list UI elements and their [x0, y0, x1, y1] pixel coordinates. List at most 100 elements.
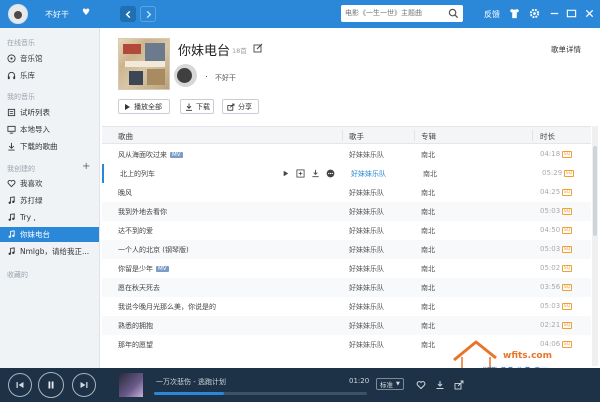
sidebar-item-downloads[interactable]: 下载的歌曲	[0, 139, 99, 154]
now-playing-album-art[interactable]	[119, 373, 143, 397]
table-row[interactable]: 我说今晚月光那么美，你说是的 好妹妹乐队 南北 05:03 SQ	[102, 297, 591, 316]
song-album[interactable]: 南北	[421, 321, 435, 331]
sidebar-item-library[interactable]: 乐库	[0, 68, 99, 83]
vip-heart-icon[interactable]: ♥	[82, 8, 90, 18]
table-row[interactable]: 我到外地去看你 好妹妹乐队 南北 05:03 SQ	[102, 202, 591, 221]
owner-name[interactable]: 不好干	[215, 73, 236, 83]
username[interactable]: 不好干	[45, 9, 69, 20]
song-album[interactable]: 南北	[421, 264, 435, 274]
search-input[interactable]	[345, 7, 445, 20]
owner-avatar[interactable]	[174, 64, 197, 87]
song-artist[interactable]: 好妹妹乐队	[349, 150, 384, 160]
sidebar-item-local-import[interactable]: 本地导入	[0, 122, 99, 137]
song-album[interactable]: 南北	[421, 283, 435, 293]
scrollbar-thumb[interactable]	[593, 146, 597, 236]
forward-button[interactable]	[140, 6, 156, 22]
more-icon[interactable]	[325, 168, 335, 178]
search-icon[interactable]	[448, 8, 459, 19]
add-playlist-icon[interactable]: +	[82, 161, 90, 172]
song-album[interactable]: 南北	[423, 169, 437, 179]
section-collected: 收藏的	[7, 271, 28, 279]
song-album[interactable]: 南北	[421, 207, 435, 217]
quality-selector[interactable]: 标准 ▼	[376, 378, 404, 390]
sidebar-item-playlist[interactable]: 苏打绿	[0, 193, 99, 208]
song-album[interactable]: 南北	[421, 245, 435, 255]
next-button[interactable]	[72, 373, 96, 397]
sidebar-item-trial-list[interactable]: 试听列表	[0, 105, 99, 120]
sq-badge: SQ	[562, 322, 572, 329]
download-icon[interactable]	[310, 168, 320, 178]
song-duration: 05:03	[540, 302, 561, 310]
song-title[interactable]: 我到外地去看你	[118, 207, 167, 217]
share-button[interactable]: 分享	[222, 99, 259, 114]
column-header-duration[interactable]: 时长	[540, 131, 555, 142]
previous-button[interactable]	[8, 373, 32, 397]
shirt-icon[interactable]	[509, 8, 520, 19]
song-artist[interactable]: 好妹妹乐队	[349, 321, 384, 331]
table-row[interactable]: 愿在秋天死去 好妹妹乐队 南北 03:56 SQ	[102, 278, 591, 297]
song-album[interactable]: 南北	[421, 340, 435, 350]
play-all-button[interactable]: 播放全部	[118, 99, 170, 114]
song-artist[interactable]: 好妹妹乐队	[349, 188, 384, 198]
column-header-artist[interactable]: 歌手	[349, 131, 364, 142]
gear-icon[interactable]	[529, 8, 540, 19]
song-album[interactable]: 南北	[421, 150, 435, 160]
play-icon[interactable]	[280, 168, 290, 178]
mv-badge[interactable]: MV	[170, 152, 183, 158]
song-artist[interactable]: 好妹妹乐队	[349, 264, 384, 274]
now-playing-title[interactable]: 一万次悲伤 - 逃跑计划	[156, 377, 226, 387]
table-row[interactable]: 达不到的爱 好妹妹乐队 南北 04:50 SQ	[102, 221, 591, 240]
feedback-link[interactable]: 反馈	[484, 9, 500, 20]
mini-mode-icon[interactable]	[566, 8, 577, 19]
song-title[interactable]: 一个人的北京 (钢琴版)	[118, 245, 189, 255]
table-row[interactable]: 晚风 好妹妹乐队 南北 04:25 SQ	[102, 183, 591, 202]
song-title[interactable]: 达不到的爱	[118, 226, 153, 236]
download-icon[interactable]	[435, 380, 445, 390]
song-album[interactable]: 南北	[421, 188, 435, 198]
back-button[interactable]	[120, 6, 136, 22]
edit-icon[interactable]	[253, 43, 263, 53]
song-title[interactable]: 我说今晚月光那么美，你说是的	[118, 302, 216, 312]
song-title[interactable]: 熟悉的拥抱	[118, 321, 153, 331]
table-row-hovered[interactable]: 北上的列车 好妹妹乐队 南北 05:29 SQ	[102, 164, 591, 183]
sidebar-item-favorites[interactable]: 我喜欢	[0, 176, 99, 191]
table-row[interactable]: 风从海面吹过来 MV 好妹妹乐队 南北 04:18 SQ	[102, 145, 591, 164]
column-header-album[interactable]: 专辑	[421, 131, 436, 142]
column-header-song[interactable]: 歌曲	[118, 131, 133, 142]
song-title[interactable]: 你留是少年 MV	[118, 264, 169, 274]
song-duration: 03:56	[540, 283, 561, 291]
download-button[interactable]: 下载	[180, 99, 214, 114]
song-title[interactable]: 风从海面吹过来 MV	[118, 150, 183, 160]
song-album[interactable]: 南北	[421, 302, 435, 312]
sidebar-item-playlist[interactable]: Nmlgb，请给我正...	[0, 244, 99, 259]
song-title[interactable]: 北上的列车	[120, 169, 155, 179]
user-avatar[interactable]	[8, 4, 28, 24]
song-artist[interactable]: 好妹妹乐队	[349, 283, 384, 293]
progress-bar[interactable]	[154, 392, 367, 395]
song-artist[interactable]: 好妹妹乐队	[349, 340, 384, 350]
sidebar-item-label: 苏打绿	[20, 196, 43, 205]
song-title[interactable]: 晚风	[118, 188, 132, 198]
sidebar-item-music-hall[interactable]: 音乐馆	[0, 51, 99, 66]
song-title[interactable]: 那年的愿望	[118, 340, 153, 350]
sidebar-item-playlist-active[interactable]: 你妹电台	[0, 227, 99, 242]
song-artist[interactable]: 好妹妹乐队	[349, 302, 384, 312]
table-row[interactable]: 熟悉的拥抱 好妹妹乐队 南北 02:21 SQ	[102, 316, 591, 335]
table-row[interactable]: 一个人的北京 (钢琴版) 好妹妹乐队 南北 05:03 SQ	[102, 240, 591, 259]
close-icon[interactable]	[584, 8, 595, 19]
heart-icon[interactable]	[416, 380, 426, 390]
playlist-detail-link[interactable]: 歌单详情	[551, 44, 581, 55]
song-artist[interactable]: 好妹妹乐队	[349, 226, 384, 236]
song-album[interactable]: 南北	[421, 226, 435, 236]
minimize-icon[interactable]	[549, 8, 560, 19]
sidebar-item-playlist[interactable]: Try ,	[0, 210, 99, 225]
song-artist[interactable]: 好妹妹乐队	[349, 245, 384, 255]
pause-button[interactable]	[38, 372, 64, 398]
table-row[interactable]: 你留是少年 MV 好妹妹乐队 南北 05:02 SQ	[102, 259, 591, 278]
add-icon[interactable]	[295, 168, 305, 178]
mv-badge[interactable]: MV	[156, 266, 169, 272]
share-icon[interactable]	[454, 380, 464, 390]
song-artist[interactable]: 好妹妹乐队	[349, 207, 384, 217]
song-title[interactable]: 愿在秋天死去	[118, 283, 160, 293]
song-artist[interactable]: 好妹妹乐队	[351, 169, 386, 179]
